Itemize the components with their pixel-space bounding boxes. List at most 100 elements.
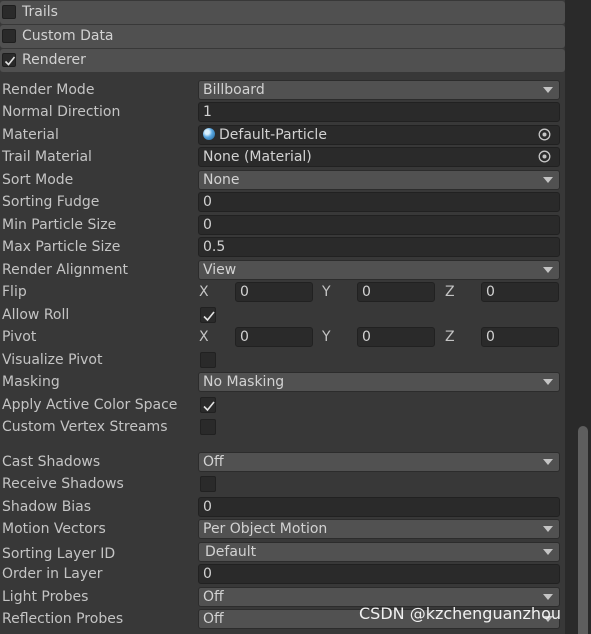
- dropdown-arrow-icon: [543, 594, 553, 600]
- module-toggle-custom-data[interactable]: [2, 29, 16, 43]
- module-header-custom-data[interactable]: Custom Data: [0, 25, 565, 48]
- pivot-z-label[interactable]: Z: [445, 327, 455, 347]
- masking-dropdown[interactable]: No Masking: [198, 372, 560, 392]
- object-picker-icon[interactable]: [538, 150, 551, 163]
- scrollbar-thumb[interactable]: [578, 426, 588, 634]
- module-header-renderer[interactable]: Renderer: [0, 49, 565, 72]
- object-picker-icon[interactable]: [538, 128, 551, 141]
- module-toggle-trails[interactable]: [2, 5, 16, 19]
- label-visualize-pivot: Visualize Pivot: [2, 352, 103, 368]
- trail-material-object-field[interactable]: None (Material): [198, 147, 560, 167]
- row-motion-vectors: Motion Vectors Per Object Motion: [0, 518, 565, 540]
- render-alignment-dropdown[interactable]: View: [198, 260, 560, 280]
- label-normal-direction: Normal Direction: [2, 104, 121, 120]
- module-title-custom-data: Custom Data: [22, 28, 114, 44]
- dropdown-arrow-icon: [543, 526, 553, 532]
- label-apply-active-color-space: Apply Active Color Space: [2, 397, 178, 413]
- motion-vectors-value: Per Object Motion: [203, 521, 328, 537]
- row-flip: Flip X 0 Y 0 Z 0: [0, 281, 565, 303]
- apply-active-color-space-checkbox[interactable]: [200, 397, 216, 413]
- row-receive-shadows: Receive Shadows: [0, 473, 565, 495]
- custom-vertex-streams-checkbox[interactable]: [200, 419, 216, 435]
- receive-shadows-checkbox[interactable]: [200, 476, 216, 492]
- flip-z-input[interactable]: 0: [481, 282, 559, 302]
- order-in-layer-input[interactable]: 0: [198, 564, 560, 584]
- min-particle-size-input[interactable]: 0: [198, 215, 560, 235]
- flip-z-label[interactable]: Z: [445, 282, 455, 302]
- inspector-panel: Trails Custom Data Renderer Render Mode …: [0, 0, 565, 634]
- row-max-particle-size: Max Particle Size 0.5: [0, 236, 565, 258]
- shadow-bias-input[interactable]: 0: [198, 497, 560, 517]
- light-probes-value: Off: [203, 589, 224, 605]
- pivot-x-input[interactable]: 0: [235, 327, 313, 347]
- row-visualize-pivot: Visualize Pivot: [0, 349, 565, 371]
- row-material: Material Default-Particle: [0, 124, 565, 146]
- pivot-y-label[interactable]: Y: [322, 327, 331, 347]
- flip-x-label[interactable]: X: [199, 282, 209, 302]
- dropdown-arrow-icon: [543, 87, 553, 93]
- dropdown-arrow-icon: [543, 459, 553, 465]
- flip-x-input[interactable]: 0: [235, 282, 313, 302]
- material-object-field[interactable]: Default-Particle: [198, 125, 560, 145]
- pivot-y-input[interactable]: 0: [357, 327, 435, 347]
- label-material: Material: [2, 127, 59, 143]
- cast-shadows-dropdown[interactable]: Off: [198, 452, 560, 472]
- sorting-layer-id-dropdown[interactable]: Default: [198, 542, 560, 562]
- dropdown-arrow-icon: [543, 177, 553, 183]
- watermark-text: CSDN @kzchenguanzhou: [359, 604, 561, 623]
- label-pivot: Pivot: [2, 329, 37, 345]
- trail-material-value: None (Material): [203, 149, 312, 165]
- cast-shadows-value: Off: [203, 454, 224, 470]
- pivot-z-input[interactable]: 0: [481, 327, 559, 347]
- row-normal-direction: Normal Direction 1: [0, 101, 565, 123]
- label-render-mode: Render Mode: [2, 82, 95, 98]
- sort-mode-value: None: [203, 172, 240, 188]
- label-masking: Masking: [2, 374, 60, 390]
- label-custom-vertex-streams: Custom Vertex Streams: [2, 419, 168, 435]
- label-render-alignment: Render Alignment: [2, 262, 129, 278]
- max-particle-size-input[interactable]: 0.5: [198, 237, 560, 257]
- checkmark-icon: [203, 401, 215, 412]
- label-min-particle-size: Min Particle Size: [2, 217, 117, 233]
- label-sort-mode: Sort Mode: [2, 172, 74, 188]
- render-mode-value: Billboard: [203, 82, 265, 98]
- label-receive-shadows: Receive Shadows: [2, 476, 124, 492]
- label-light-probes: Light Probes: [2, 589, 89, 605]
- row-cast-shadows: Cast Shadows Off: [0, 451, 565, 473]
- row-render-mode: Render Mode Billboard: [0, 79, 565, 101]
- dropdown-arrow-icon: [543, 549, 553, 555]
- row-render-alignment: Render Alignment View: [0, 259, 565, 281]
- label-flip: Flip: [2, 284, 27, 300]
- motion-vectors-dropdown[interactable]: Per Object Motion: [198, 519, 560, 539]
- sort-mode-dropdown[interactable]: None: [198, 170, 560, 190]
- sorting-layer-id-value: Default: [205, 544, 257, 560]
- render-mode-dropdown[interactable]: Billboard: [198, 80, 560, 100]
- label-sorting-layer-id: Sorting Layer ID: [2, 546, 116, 562]
- allow-roll-checkbox[interactable]: [200, 307, 216, 323]
- row-order-in-layer: Order in Layer 0: [0, 563, 565, 585]
- label-order-in-layer: Order in Layer: [2, 566, 103, 582]
- label-trail-material: Trail Material: [2, 149, 92, 165]
- module-toggle-renderer[interactable]: [2, 53, 16, 67]
- checkmark-icon: [203, 311, 215, 322]
- row-masking: Masking No Masking: [0, 371, 565, 393]
- module-title-renderer: Renderer: [22, 52, 86, 68]
- module-header-trails[interactable]: Trails: [0, 1, 565, 24]
- row-shadow-bias: Shadow Bias 0: [0, 496, 565, 518]
- row-sorting-layer-id: Sorting Layer ID Default: [0, 542, 565, 565]
- label-reflection-probes: Reflection Probes: [2, 611, 124, 627]
- module-title-trails: Trails: [22, 4, 58, 20]
- render-alignment-value: View: [203, 262, 237, 278]
- pivot-x-label[interactable]: X: [199, 327, 209, 347]
- row-min-particle-size: Min Particle Size 0: [0, 214, 565, 236]
- visualize-pivot-checkbox[interactable]: [200, 352, 216, 368]
- sorting-fudge-input[interactable]: 0: [198, 192, 560, 212]
- flip-y-label[interactable]: Y: [322, 282, 331, 302]
- label-allow-roll: Allow Roll: [2, 307, 70, 323]
- material-sphere-icon: [203, 128, 215, 140]
- normal-direction-input[interactable]: 1: [198, 102, 560, 122]
- flip-y-input[interactable]: 0: [357, 282, 435, 302]
- label-cast-shadows: Cast Shadows: [2, 454, 101, 470]
- label-shadow-bias: Shadow Bias: [2, 499, 92, 515]
- row-custom-vertex-streams: Custom Vertex Streams: [0, 416, 565, 438]
